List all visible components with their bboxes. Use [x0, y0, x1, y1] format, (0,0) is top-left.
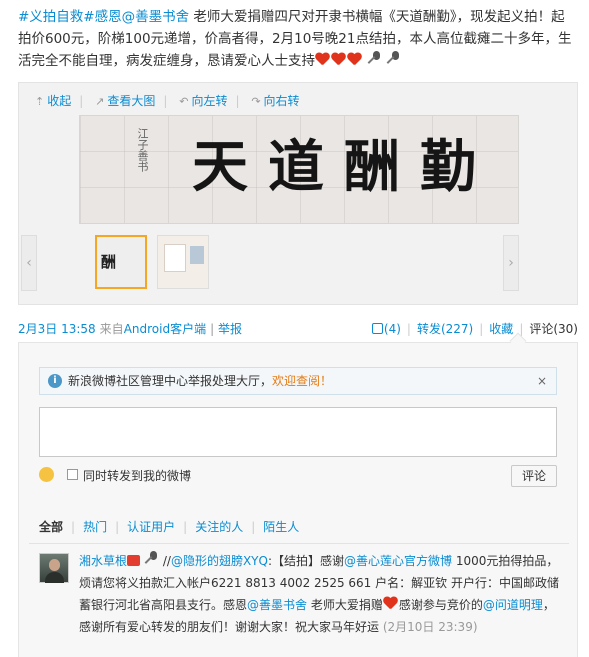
- favorite-button[interactable]: 收藏: [489, 322, 513, 336]
- tabs-divider: [29, 543, 569, 544]
- toolbar-divider: |: [79, 94, 84, 108]
- view-large-button[interactable]: 查看大图: [107, 94, 155, 108]
- media-toolbar: ⇡ 收起 | ↗ 查看大图 | ↶ 向左转 | ↷ 向右转: [35, 92, 308, 109]
- thumbnail-calligraphy-text: 酬: [101, 253, 117, 271]
- microphone-icon: [383, 51, 401, 67]
- comment-segment: 老师大爱捐赠: [307, 598, 383, 612]
- prev-arrow-icon[interactable]: ‹: [21, 235, 37, 291]
- notice-text: 新浪微博社区管理中心举报处理大厅，: [68, 374, 273, 388]
- repost-checkbox[interactable]: [67, 469, 78, 480]
- source-prefix: 来自: [99, 322, 124, 336]
- microphone-icon: [364, 51, 382, 67]
- comment-user-link[interactable]: 湘水草根: [79, 554, 127, 568]
- mention-link[interactable]: @善心莲心官方微博: [344, 554, 452, 568]
- close-icon[interactable]: ×: [537, 368, 547, 394]
- post-meta: 2月3日 13:58 来自Android客户端 | 举报 (4) | 转发(227) | 收…: [18, 320, 578, 336]
- calligraphy-image[interactable]: 江子善书 天道酬勤: [79, 115, 519, 224]
- repost-prefix: //: [162, 554, 171, 568]
- notice-link[interactable]: 欢迎查阅！: [272, 374, 332, 388]
- media-viewer: ⇡ 收起 | ↗ 查看大图 | ↶ 向左转 | ↷ 向右转 江子善书 天道酬勤 ‹ 酬 ›: [18, 82, 578, 305]
- info-icon: i: [48, 374, 62, 388]
- heart-icon: [383, 597, 398, 610]
- document-icon: [164, 244, 186, 272]
- heart-icon: [315, 53, 330, 66]
- tab-divider: |: [251, 520, 256, 534]
- comment-options: 同时转发到我的微博 评论: [39, 465, 557, 489]
- comment-button[interactable]: 评论(30): [529, 322, 578, 336]
- thumbnail-document[interactable]: [157, 235, 209, 289]
- post-date[interactable]: 2月3日 13:58: [18, 322, 96, 336]
- tab-divider: |: [71, 520, 76, 534]
- mention-link[interactable]: @善墨书舍: [122, 9, 190, 25]
- emoji-icon[interactable]: [39, 467, 54, 482]
- thumbs-up-icon[interactable]: [371, 323, 383, 334]
- mention-link[interactable]: @隐形的翅膀XYQ: [171, 554, 268, 568]
- comment-segment: :【结拍】感谢: [267, 554, 344, 568]
- tab-hot[interactable]: 热门: [83, 520, 107, 534]
- actions-divider: |: [479, 322, 484, 336]
- mention-link[interactable]: @问道明理: [483, 598, 543, 612]
- submit-comment-button[interactable]: 评论: [511, 465, 557, 487]
- pencil-icon: [127, 555, 141, 566]
- tab-verified[interactable]: 认证用户: [127, 520, 175, 534]
- meta-divider: |: [210, 322, 215, 336]
- next-arrow-icon[interactable]: ›: [503, 235, 519, 291]
- microphone-icon: [141, 551, 159, 567]
- thumbnail-strip: ‹ 酬 ›: [19, 235, 577, 303]
- rotate-left-button[interactable]: 向左转: [191, 94, 227, 108]
- actions-divider: |: [406, 322, 411, 336]
- like-count[interactable]: (4): [384, 322, 401, 336]
- mention-link[interactable]: @善墨书舍: [247, 598, 307, 612]
- rotate-left-icon: ↶: [179, 95, 189, 108]
- heart-icon: [331, 53, 346, 66]
- heart-icon: [347, 53, 362, 66]
- repost-checkbox-label[interactable]: 同时转发到我的微博: [83, 467, 191, 484]
- rotate-right-icon: ↷: [251, 95, 261, 108]
- rotate-right-button[interactable]: 向右转: [264, 94, 300, 108]
- topic-tag-thanks[interactable]: 感恩: [95, 9, 122, 25]
- report-link[interactable]: 举报: [218, 322, 242, 336]
- tab-following[interactable]: 关注的人: [195, 520, 243, 534]
- tab-divider: |: [115, 520, 120, 534]
- tab-divider: |: [183, 520, 188, 534]
- post-actions: (4) | 转发(227) | 收藏 | 评论(30): [371, 320, 578, 337]
- topic-tag-link[interactable]: #义拍自救#: [18, 9, 95, 25]
- comment-segment: 感谢参与竞价的: [398, 598, 483, 612]
- comment-filter-tabs: 全部 | 热门 | 认证用户 | 关注的人 | 陌生人: [39, 518, 299, 535]
- comment-time: (2月10日 23:39): [382, 620, 478, 634]
- comment-panel: i 新浪微博社区管理中心举报处理大厅，欢迎查阅！ × 同时转发到我的微博 评论 …: [18, 342, 578, 657]
- tab-all[interactable]: 全部: [39, 520, 63, 534]
- repost-button[interactable]: 转发(227): [417, 322, 473, 336]
- tab-strangers[interactable]: 陌生人: [263, 520, 299, 534]
- thumbnail-calligraphy[interactable]: 酬: [95, 235, 147, 289]
- id-photo-icon: [190, 246, 204, 264]
- post-text: #义拍自救#感恩@善墨书舍 老师大爱捐赠四尺对开隶书横幅《天道酬勤》，现发起义拍…: [18, 6, 578, 72]
- report-notice: i 新浪微博社区管理中心举报处理大厅，欢迎查阅！ ×: [39, 367, 557, 395]
- avatar[interactable]: [39, 553, 69, 583]
- calligraphy-characters: 天道酬勤: [192, 134, 496, 200]
- comment-textarea[interactable]: [39, 407, 557, 457]
- toolbar-divider: |: [163, 94, 168, 108]
- view-large-icon: ↗: [95, 95, 105, 108]
- source-app-link[interactable]: Android客户端: [124, 322, 206, 336]
- comment-text: 湘水草根 //@隐形的翅膀XYQ:【结拍】感谢@善心莲心官方微博 1000元拍得…: [79, 550, 565, 638]
- collapse-button[interactable]: 收起: [47, 94, 71, 108]
- toolbar-divider: |: [235, 94, 240, 108]
- calligraphy-inscription: 江子善书: [136, 128, 149, 172]
- collapse-icon: ⇡: [35, 95, 45, 108]
